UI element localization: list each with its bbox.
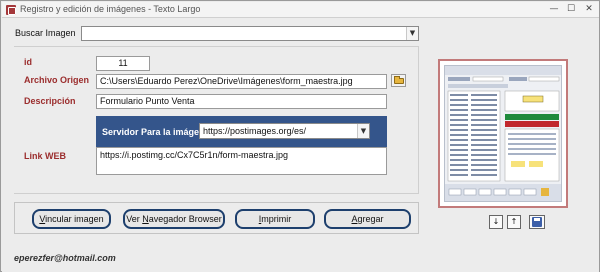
open-folder-button[interactable] — [391, 74, 406, 87]
descripcion-field[interactable]: Formulario Punto Venta — [96, 94, 387, 109]
link-web-label: Link WEB — [24, 151, 66, 161]
main-window: Registro y edición de imágenes - Texto L… — [0, 0, 600, 272]
divider-bottom — [14, 193, 419, 194]
imprimir-label: mprimir — [261, 214, 292, 224]
servidor-value: https://postimages.org/es/ — [203, 126, 307, 136]
ver-navegador-label-prefix: Ver — [126, 214, 143, 224]
archivo-origen-field[interactable]: C:\Users\Eduardo Perez\OneDrive\Imágenes… — [96, 74, 387, 89]
chevron-down-icon[interactable]: ▼ — [357, 124, 369, 138]
title-bar: Registro y edición de imágenes - Texto L… — [2, 2, 599, 18]
arrow-up-icon: ↑ — [510, 217, 518, 226]
minimize-button[interactable]: — — [547, 3, 561, 16]
servidor-combobox[interactable]: https://postimages.org/es/ ▼ — [199, 123, 370, 139]
search-label: Buscar Imagen — [15, 28, 76, 38]
next-record-button[interactable]: ↓ — [489, 215, 503, 229]
ver-navegador-button[interactable]: Ver Navegador Browser — [123, 209, 225, 229]
window-title: Registro y edición de imágenes - Texto L… — [20, 4, 201, 14]
previous-record-button[interactable]: ↑ — [507, 215, 521, 229]
servidor-label: Servidor Para la imágen — [102, 127, 205, 137]
vincular-imagen-button[interactable]: Vincular imagen — [32, 209, 111, 229]
divider-top — [14, 46, 419, 47]
image-preview — [438, 59, 568, 208]
chevron-down-icon[interactable]: ▼ — [406, 27, 418, 40]
divider-right — [418, 46, 419, 194]
save-button[interactable] — [529, 215, 545, 229]
arrow-down-icon: ↓ — [492, 217, 500, 226]
imprimir-button[interactable]: Imprimir — [235, 209, 315, 229]
agregar-button[interactable]: Agregar — [324, 209, 411, 229]
descripcion-label: Descripción — [24, 96, 76, 106]
ver-navegador-label: avegador Browser — [148, 214, 222, 224]
id-field[interactable]: 11 — [96, 56, 150, 71]
server-panel: Servidor Para la imágen https://postimag… — [96, 116, 387, 149]
id-label: id — [24, 57, 32, 67]
form-body: Buscar Imagen ▼ id 11 Archivo Origen C:\… — [2, 19, 599, 272]
vincular-imagen-label: incular imagen — [45, 214, 104, 224]
search-combobox[interactable]: ▼ — [81, 26, 419, 41]
archivo-origen-label: Archivo Origen — [24, 75, 90, 85]
folder-icon — [394, 76, 404, 84]
agregar-label: gregar — [357, 214, 384, 224]
action-buttons: Vincular imagen Ver Navegador Browser Im… — [14, 202, 419, 234]
link-web-field[interactable]: https://i.postimg.cc/Cx7C5r1n/form-maest… — [96, 147, 387, 175]
author-email: eperezfer@hotmail.com — [14, 253, 116, 263]
access-form-icon — [6, 5, 16, 15]
close-button[interactable]: ✕ — [582, 3, 596, 16]
form-screenshot-thumbnail — [444, 65, 562, 202]
floppy-disk-icon — [532, 217, 542, 227]
thumbnail-illustration — [445, 66, 561, 201]
maximize-button[interactable]: ☐ — [564, 3, 578, 16]
